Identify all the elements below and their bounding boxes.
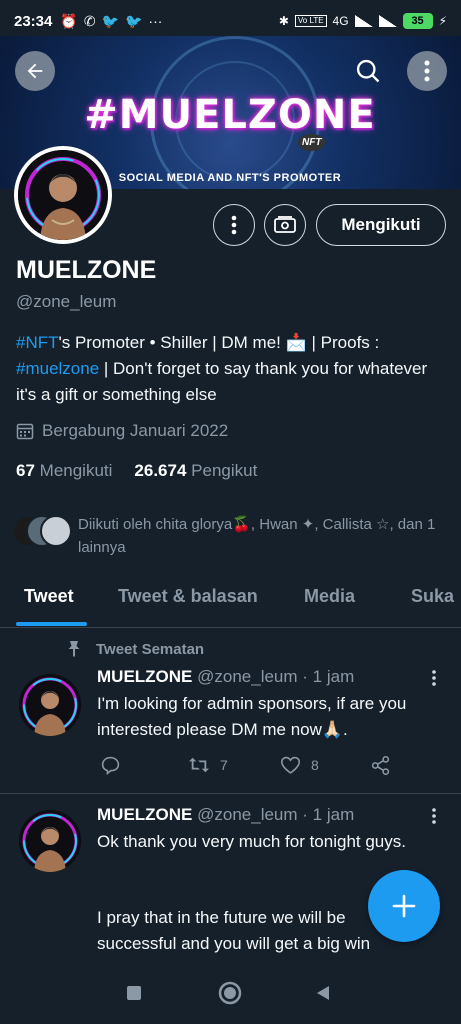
active-tab-indicator bbox=[16, 622, 87, 626]
followers-label: Pengikut bbox=[191, 461, 258, 480]
status-time: 23:34 bbox=[14, 12, 53, 30]
bluetooth-icon: ✱ bbox=[278, 14, 289, 28]
tweet-meta: @zone_leum · 1 jam bbox=[197, 667, 355, 686]
search-icon bbox=[356, 59, 380, 83]
twitter-icon: 🐦 bbox=[101, 12, 119, 29]
tweet-author-name[interactable]: MUELZONE bbox=[97, 805, 192, 824]
bio-text-1: 's Promoter • Shiller | DM me! 📩 | bbox=[58, 333, 316, 352]
tab-tweets-replies[interactable]: Tweet & balasan bbox=[118, 586, 258, 607]
tweet-more-button-2[interactable] bbox=[424, 806, 444, 826]
followers-count-link[interactable]: 26.674 Pengikut bbox=[134, 461, 257, 481]
avatar-image bbox=[19, 674, 81, 736]
tweet-text: I'm looking for admin sponsors, if are y… bbox=[97, 694, 407, 739]
tweet-more-button[interactable] bbox=[424, 668, 444, 688]
heart-icon bbox=[280, 756, 301, 774]
retweet-icon bbox=[189, 757, 209, 773]
back-button[interactable] bbox=[15, 51, 55, 91]
profile-tabs: Tweet Tweet & balasan Media Suka bbox=[0, 570, 461, 628]
more-options-button[interactable] bbox=[407, 51, 447, 91]
plus-icon bbox=[392, 894, 416, 918]
followed-by-text: Diikuti oleh chita glorya🍒, Hwan ✦, Call… bbox=[78, 516, 436, 556]
banner-nft-badge: NFT bbox=[298, 134, 326, 151]
followers-count: 26.674 bbox=[134, 461, 187, 480]
search-button[interactable] bbox=[348, 51, 388, 91]
retweet-count: 7 bbox=[220, 757, 228, 773]
share-icon bbox=[371, 755, 390, 776]
following-count-link[interactable]: 67 Mengikuti bbox=[16, 461, 112, 481]
tweet-meta: @zone_leum · 1 jam bbox=[197, 805, 355, 824]
circle-home-icon bbox=[218, 981, 242, 1005]
back-nav-button[interactable] bbox=[314, 984, 332, 1007]
signal-icon bbox=[354, 15, 373, 27]
volte-icon: Vo LTE bbox=[294, 15, 327, 27]
tweet-actions: 7 8 bbox=[100, 755, 400, 779]
hashtag-link-muelzone[interactable]: #muelzone bbox=[16, 359, 99, 378]
calendar-icon bbox=[16, 423, 34, 440]
profile-bio: #NFT's Promoter • Shiller | DM me! 📩 | P… bbox=[16, 330, 446, 408]
reply-button[interactable] bbox=[100, 755, 121, 776]
more-vertical-icon bbox=[432, 808, 436, 824]
mutual-avatars bbox=[12, 513, 74, 547]
more-notifications-icon: ··· bbox=[148, 13, 163, 29]
tweet-header-2: MUELZONE @zone_leum · 1 jam bbox=[97, 805, 354, 825]
like-button[interactable]: 8 bbox=[280, 755, 319, 775]
pin-icon bbox=[68, 641, 80, 657]
reply-icon bbox=[101, 756, 120, 776]
followed-by-section[interactable]: Diikuti oleh chita glorya🍒, Hwan ✦, Call… bbox=[12, 513, 443, 559]
home-button[interactable] bbox=[218, 981, 242, 1010]
more-vertical-icon bbox=[424, 60, 430, 82]
tweet-avatar[interactable] bbox=[19, 674, 81, 736]
whatsapp-icon: ✆ bbox=[83, 12, 96, 29]
banner-title: #MUELZONE bbox=[84, 92, 376, 138]
system-nav-bar bbox=[0, 962, 461, 1024]
following-button[interactable]: Mengikuti bbox=[316, 204, 446, 246]
like-count: 8 bbox=[311, 757, 319, 773]
recents-button[interactable] bbox=[126, 985, 142, 1006]
tweet-text-2: Ok thank you very much for tonight guys. bbox=[97, 832, 406, 851]
avatar-image bbox=[19, 810, 81, 872]
alarm-icon: ⏰ bbox=[60, 12, 78, 29]
tweet-avatar-2[interactable] bbox=[19, 810, 81, 872]
hashtag-link-nft[interactable]: #NFT bbox=[16, 333, 59, 352]
square-icon bbox=[127, 986, 141, 1000]
avatar-image bbox=[18, 150, 108, 240]
profile-more-button[interactable] bbox=[213, 204, 255, 246]
battery-icon: 35 bbox=[402, 13, 433, 29]
tab-tweets[interactable]: Tweet bbox=[24, 586, 74, 607]
twitter-icon-2: 🐦 bbox=[124, 12, 143, 29]
mutual-avatar-3 bbox=[40, 515, 72, 547]
profile-handle: @zone_leum bbox=[16, 292, 117, 311]
following-label: Mengikuti bbox=[39, 461, 113, 480]
compose-tweet-button[interactable] bbox=[368, 870, 440, 942]
tip-button[interactable] bbox=[264, 204, 306, 246]
follow-counts: 67 Mengikuti 26.674 Pengikut bbox=[16, 461, 257, 481]
tab-media[interactable]: Media bbox=[304, 586, 355, 607]
tweet-divider bbox=[0, 793, 461, 794]
tweet-author-name[interactable]: MUELZONE bbox=[97, 667, 192, 686]
profile-avatar[interactable] bbox=[14, 146, 112, 244]
notification-icons: ⏰ ✆ 🐦 🐦 ··· bbox=[60, 13, 162, 30]
tweet-header: MUELZONE @zone_leum · 1 jam bbox=[97, 667, 354, 687]
pinned-label-row: Tweet Sematan bbox=[66, 640, 204, 658]
joined-label: Bergabung Januari 2022 bbox=[42, 421, 229, 440]
charging-icon: ⚡ bbox=[438, 14, 447, 28]
pinned-label: Tweet Sematan bbox=[96, 640, 205, 658]
following-count: 67 bbox=[16, 461, 35, 480]
tab-likes[interactable]: Suka bbox=[411, 586, 454, 607]
tip-jar-icon bbox=[274, 216, 296, 233]
signal-icon-2 bbox=[378, 15, 397, 27]
triangle-back-icon bbox=[317, 986, 329, 1000]
arrow-left-icon bbox=[27, 63, 43, 79]
network-label: 4G bbox=[332, 14, 349, 28]
retweet-button[interactable]: 7 bbox=[188, 755, 228, 775]
profile-name: MUELZONE bbox=[16, 256, 157, 284]
more-vertical-icon bbox=[432, 670, 436, 686]
joined-date: Bergabung Januari 2022 bbox=[16, 421, 228, 441]
share-button[interactable] bbox=[370, 755, 391, 776]
more-vertical-icon bbox=[231, 215, 237, 235]
bio-text-2: Proofs : bbox=[320, 333, 380, 352]
